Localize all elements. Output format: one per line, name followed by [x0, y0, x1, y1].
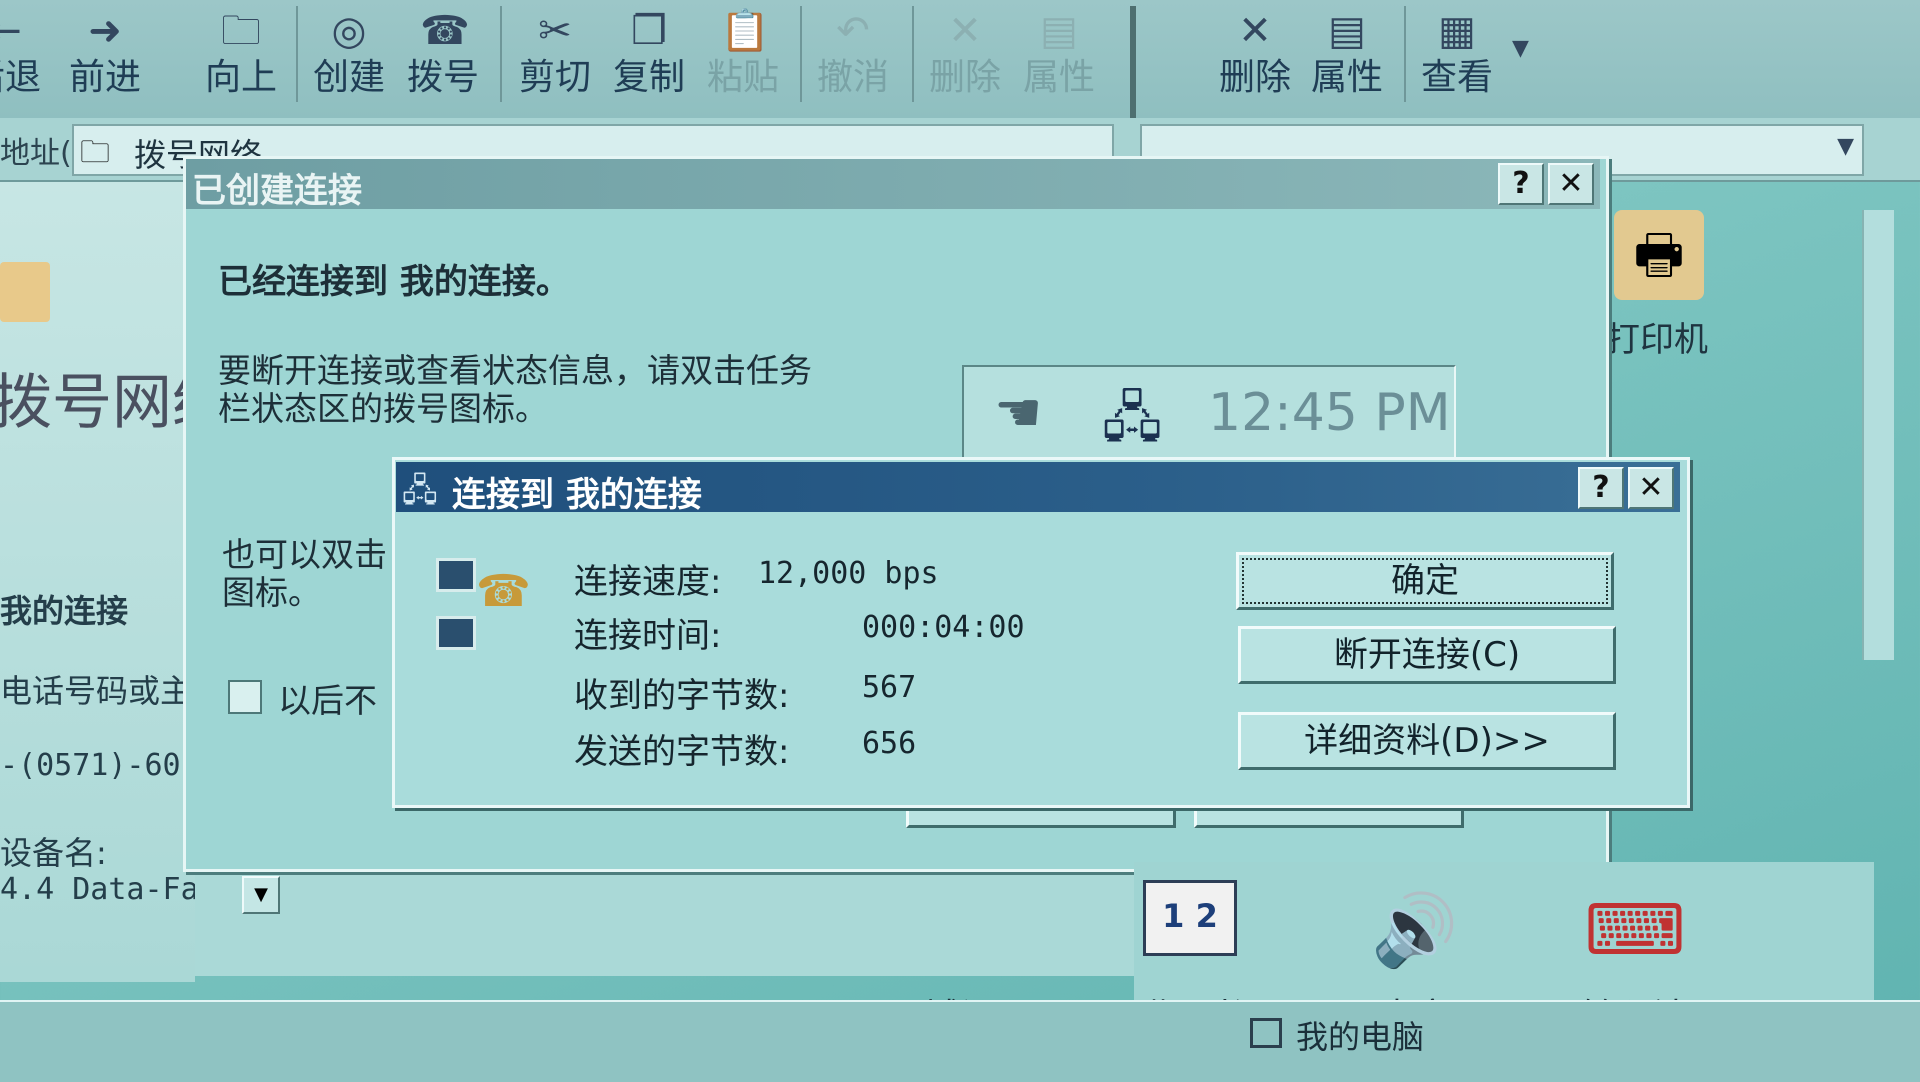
toolbar-view-button[interactable]: ▦ 查看: [1412, 4, 1502, 110]
paste-icon: 📋: [720, 8, 770, 54]
toolbar-copy-button[interactable]: ❐ 复制: [604, 4, 694, 110]
status-bar: 我的电脑: [0, 1000, 1920, 1082]
printer-icon[interactable]: 🖶: [1614, 210, 1704, 300]
dont-show-label: 以后不: [278, 681, 377, 720]
toolbar-delete-button[interactable]: ✕ 删除: [1210, 4, 1300, 110]
connected-para1-line2: 栏状态区的拨号图标。: [218, 389, 548, 428]
status-close-button[interactable]: ✕: [1628, 467, 1674, 509]
modem-computers-icon: ☎: [432, 556, 532, 656]
toolbar-separator: [500, 6, 502, 102]
toolbar: ← 后退 ➜ 前进 🗀 向上 ◎ 创建 ☎ 拨号 ✂ 剪切 ❐ 复制 📋 粘贴 …: [0, 0, 1920, 120]
help-icon: ?: [1512, 166, 1530, 201]
tray-preview: ☚ 🖧 12:45 PM: [962, 365, 1456, 461]
toolbar-separator: [1404, 6, 1406, 102]
left-pane-phone-label: 电话号码或主: [0, 672, 193, 710]
toolbar-up-button[interactable]: 🗀 向上: [196, 4, 286, 110]
left-pane-device-label: 设备名:: [0, 834, 107, 872]
toolbar-properties-button[interactable]: ▤ 属性: [1302, 4, 1392, 110]
regional-settings-icon: [905, 880, 1015, 980]
phone-icon: ☎: [476, 566, 531, 617]
status-my-computer: 我的电脑: [1296, 1018, 1425, 1056]
dialup-title-icon: 🖧: [402, 471, 438, 509]
date-time-icon: 1 2: [1135, 880, 1245, 980]
properties-icon: ▤: [1328, 8, 1366, 54]
connected-heading: 已经连接到 我的连接。: [218, 262, 570, 302]
disconnect-button[interactable]: 断开连接(C): [1238, 626, 1616, 684]
ok-button[interactable]: 确定: [1236, 552, 1614, 610]
computer-icon: [1250, 1018, 1282, 1048]
close-icon: ✕: [1638, 470, 1664, 505]
up-folder-icon: 🗀: [221, 8, 261, 54]
undo-icon: ↶: [836, 8, 870, 54]
connected-para2-line2: 图标。: [222, 573, 321, 612]
toolbar-back-button[interactable]: ← 后退: [0, 4, 50, 110]
connected-dialog-title: 已创建连接: [192, 171, 362, 211]
chevron-down-icon[interactable]: ▼: [1837, 134, 1854, 159]
copy-icon: ❐: [631, 8, 667, 54]
right-scrollbar[interactable]: [1862, 210, 1894, 660]
dont-show-checkbox[interactable]: [228, 680, 262, 714]
back-icon: ←: [0, 8, 22, 54]
computer-icon: [436, 558, 476, 592]
toolbar-separator: [800, 6, 802, 102]
scissors-icon: ✂: [538, 8, 572, 54]
toolbar-separator: [296, 6, 298, 102]
connection-status-titlebar: 🖧 连接到 我的连接 ? ✕: [396, 462, 1680, 515]
delete-icon: ✕: [948, 8, 982, 54]
toolbar-cut-button[interactable]: ✂ 剪切: [510, 4, 600, 110]
dial-icon: ☎: [420, 8, 470, 54]
computer-icon: [436, 616, 476, 650]
sent-value: 656: [862, 726, 917, 761]
sent-label: 发送的字节数:: [574, 732, 790, 772]
received-value: 567: [862, 670, 917, 705]
toolbar-separator: [912, 6, 914, 102]
toolbar-delete-button-disabled[interactable]: ✕ 删除: [920, 4, 1010, 110]
connected-dialog-titlebar: 已创建连接 ? ✕: [186, 159, 1600, 211]
toolbar-properties-button-disabled[interactable]: ▤ 属性: [1014, 4, 1104, 110]
calendar-icon: 1 2: [1143, 880, 1237, 956]
tray-clock: 12:45 PM: [1208, 383, 1451, 443]
left-pane-device-value: 4.4 Data-Fax: [0, 872, 217, 907]
left-info-pane: 拨号网络 我的连接 电话号码或主 -(0571)-60 设备名: 4.4 Dat…: [0, 182, 232, 982]
connection-status-title: 连接到 我的连接: [452, 475, 702, 515]
device-dropdown-button[interactable]: ▼: [242, 876, 280, 914]
speed-value: 12,000 bps: [758, 556, 939, 591]
input-method-icon: ⌨: [1584, 889, 1686, 971]
folder-icon: [0, 262, 50, 322]
toolbar-paste-button[interactable]: 📋 粘贴: [698, 4, 788, 110]
close-icon: ✕: [1558, 166, 1584, 201]
close-button[interactable]: ✕: [1548, 163, 1594, 205]
sound-icon: 🔊: [1371, 889, 1459, 971]
forward-icon: ➜: [88, 8, 122, 54]
hand-icon: ☚: [994, 381, 1043, 444]
help-button[interactable]: ?: [1498, 163, 1544, 205]
left-pane-phone-value: -(0571)-60: [0, 748, 181, 783]
printer-label: 打印机: [1606, 320, 1708, 360]
view-icon: ▦: [1438, 8, 1476, 54]
toolbar-create-button[interactable]: ◎ 创建: [304, 4, 394, 110]
toolbar-undo-button[interactable]: ↶ 撤消: [808, 4, 898, 110]
view-dropdown-icon[interactable]: ▼: [1512, 36, 1529, 61]
received-label: 收到的字节数:: [574, 676, 790, 716]
time-label: 连接时间:: [574, 616, 722, 656]
toolbar-forward-button[interactable]: ➜ 前进: [60, 4, 150, 110]
folder-icon: 🗀: [80, 135, 110, 170]
delete-icon: ✕: [1238, 8, 1272, 54]
help-icon: ?: [1592, 470, 1610, 505]
left-pane-conn-name: 我的连接: [0, 592, 129, 630]
properties-icon: ▤: [1040, 8, 1078, 54]
status-help-button[interactable]: ?: [1578, 467, 1624, 509]
time-value: 000:04:00: [862, 610, 1025, 645]
toolbar-dial-button[interactable]: ☎ 拨号: [398, 4, 488, 110]
details-button[interactable]: 详细资料(D)>>: [1238, 712, 1616, 770]
speed-label: 连接速度:: [574, 562, 722, 602]
window-divider: [1130, 6, 1136, 118]
create-icon: ◎: [331, 8, 367, 54]
